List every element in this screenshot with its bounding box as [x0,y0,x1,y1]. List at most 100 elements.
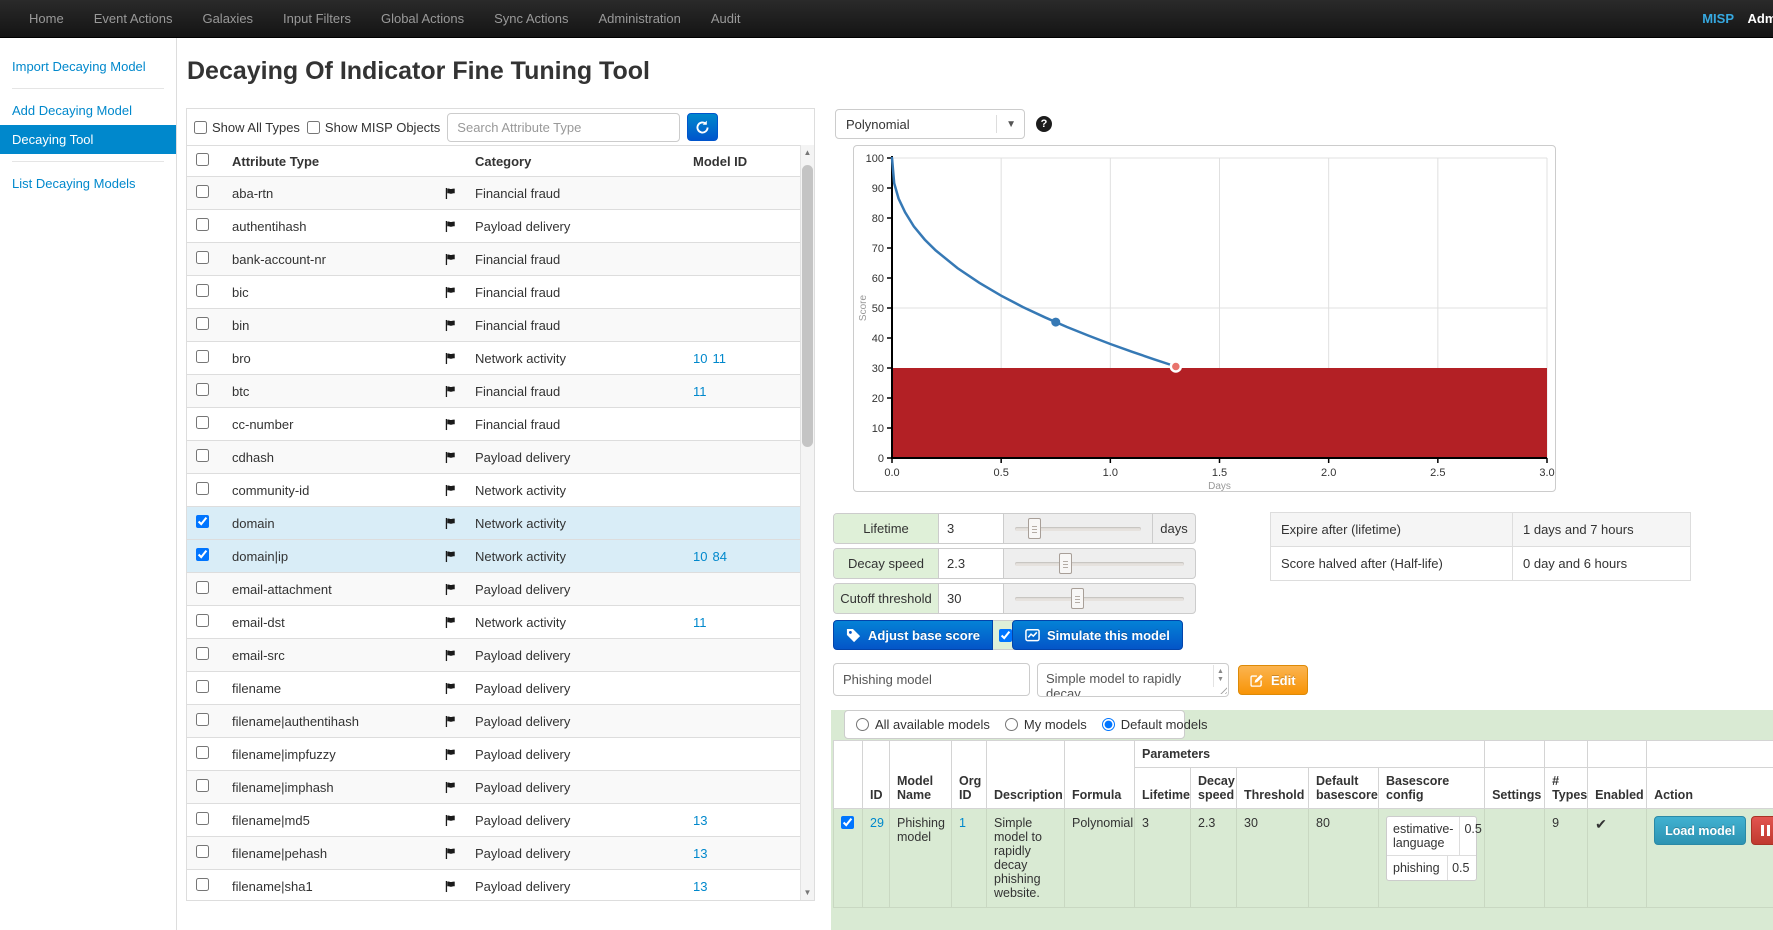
model-id-link[interactable]: 10 [693,351,707,366]
attribute-row[interactable]: filename|impfuzzy Payload delivery [187,738,800,771]
search-attribute-input[interactable] [447,113,680,142]
param-slider[interactable] [1015,584,1184,613]
show-misp-objects-checkbox[interactable] [307,121,320,134]
attribute-row[interactable]: email-src Payload delivery [187,639,800,672]
attribute-row[interactable]: bin Financial fraud [187,309,800,342]
select-all-checkbox[interactable] [196,153,209,166]
adjust-base-score-button[interactable]: Adjust base score [833,620,993,650]
nav-item-galaxies[interactable]: Galaxies [187,0,268,38]
slider-thumb[interactable] [1071,588,1084,609]
select-column-header[interactable] [187,146,223,177]
nav-item-administration[interactable]: Administration [584,0,696,38]
navbar-user-menu[interactable]: Admin [1748,0,1773,38]
model-id-link[interactable]: 10 [693,549,707,564]
scroll-up-icon[interactable]: ▲ [801,146,814,159]
attribute-row-checkbox[interactable] [196,449,209,462]
model-filter-my-models[interactable]: My models [1005,717,1087,732]
attribute-row-checkbox[interactable] [196,680,209,693]
org-id-link[interactable]: 1 [959,816,966,830]
adjust-base-score-checkbox[interactable] [999,629,1012,642]
attribute-row-checkbox[interactable] [196,317,209,330]
scroll-down-icon[interactable]: ▼ [801,886,814,899]
param-value-input[interactable] [939,514,1004,543]
model-id-link[interactable]: 13 [693,879,707,894]
attribute-row[interactable]: bic Financial fraud [187,276,800,309]
attribute-row-checkbox[interactable] [196,284,209,297]
attribute-row-checkbox[interactable] [196,713,209,726]
attribute-row-checkbox[interactable] [196,878,209,891]
show-all-types-checkbox[interactable] [194,121,207,134]
pause-model-button[interactable] [1751,816,1773,845]
nav-item-audit[interactable]: Audit [696,0,756,38]
decay-chart[interactable]: 01020304050607080901000.00.51.01.52.02.5… [853,145,1556,492]
attribute-row[interactable]: email-attachment Payload delivery [187,573,800,606]
simulate-model-button[interactable]: Simulate this model [1012,620,1183,650]
model-id-link[interactable]: 84 [712,549,726,564]
model-filter-radio[interactable] [1102,718,1115,731]
model-filter-all-available-models[interactable]: All available models [856,717,990,732]
param-value-input[interactable] [939,584,1004,613]
attribute-row-checkbox[interactable] [196,515,209,528]
nav-item-home[interactable]: Home [14,0,79,38]
edit-model-button[interactable]: Edit [1238,665,1308,695]
attribute-row-checkbox[interactable] [196,251,209,264]
nav-item-event-actions[interactable]: Event Actions [79,0,188,38]
scrollbar-thumb[interactable] [802,165,813,447]
model-id-link[interactable]: 13 [693,813,707,828]
attribute-row-checkbox[interactable] [196,416,209,429]
sidebar-item-add-decaying-model[interactable]: Add Decaying Model [0,96,176,125]
param-value-input[interactable] [939,549,1004,578]
model-filter-radio[interactable] [856,718,869,731]
attribute-row[interactable]: cc-number Financial fraud [187,408,800,441]
attribute-row-checkbox[interactable] [196,548,209,561]
attribute-row[interactable]: authentihash Payload delivery [187,210,800,243]
formula-select[interactable]: Polynomial ▼ [835,109,1025,139]
decay-chart-svg[interactable]: 01020304050607080901000.00.51.01.52.02.5… [854,146,1557,493]
attribute-row[interactable]: aba-rtn Financial fraud [187,177,800,210]
param-slider[interactable] [1015,514,1141,543]
table-scrollbar[interactable]: ▲ ▼ [800,145,814,900]
slider-thumb[interactable] [1059,553,1072,574]
attribute-row[interactable]: bro Network activity1011 [187,342,800,375]
attribute-row-checkbox[interactable] [196,350,209,363]
help-icon[interactable]: ? [1036,116,1052,132]
nav-item-input-filters[interactable]: Input Filters [268,0,366,38]
spinner-arrows-icon[interactable]: ▲▼ [1213,665,1227,687]
attribute-row[interactable]: community-id Network activity [187,474,800,507]
model-id-link[interactable]: 11 [712,351,726,366]
attribute-row[interactable]: filename|authentihash Payload delivery [187,705,800,738]
navbar-brand[interactable]: MISP [1702,0,1734,38]
param-slider[interactable] [1015,549,1184,578]
attribute-row[interactable]: domain|ip Network activity1084 [187,540,800,573]
attribute-row[interactable]: bank-account-nr Financial fraud [187,243,800,276]
attribute-row[interactable]: filename Payload delivery [187,672,800,705]
attribute-row-checkbox[interactable] [196,614,209,627]
attribute-row-checkbox[interactable] [196,812,209,825]
attribute-row-checkbox[interactable] [196,581,209,594]
model-row-checkbox[interactable] [841,816,854,829]
attribute-row-checkbox[interactable] [196,845,209,858]
attribute-row-checkbox[interactable] [196,482,209,495]
model-filter-default-models[interactable]: Default models [1102,717,1208,732]
nav-item-sync-actions[interactable]: Sync Actions [479,0,583,38]
slider-thumb[interactable] [1028,518,1041,539]
sidebar-item-decaying-tool[interactable]: Decaying Tool [0,125,176,154]
attribute-row-checkbox[interactable] [196,779,209,792]
attribute-row[interactable]: cdhash Payload delivery [187,441,800,474]
model-name-input[interactable] [833,663,1030,696]
attribute-row[interactable]: domain Network activity [187,507,800,540]
model-description-textarea[interactable]: Simple model to rapidly decay [1037,663,1229,697]
model-id-link[interactable]: 11 [693,384,707,399]
attribute-row[interactable]: filename|pehash Payload delivery13 [187,837,800,870]
attribute-row-checkbox[interactable] [196,383,209,396]
attribute-row-checkbox[interactable] [196,218,209,231]
attribute-row[interactable]: filename|md5 Payload delivery13 [187,804,800,837]
show-all-types-toggle[interactable]: Show All Types [194,120,300,135]
attribute-row[interactable]: filename|sha1 Payload delivery13 [187,870,800,903]
show-misp-objects-toggle[interactable]: Show MISP Objects [307,120,440,135]
attribute-row-checkbox[interactable] [196,647,209,660]
attribute-row[interactable]: filename|imphash Payload delivery [187,771,800,804]
load-model-button[interactable]: Load model [1654,816,1746,845]
attribute-row-checkbox[interactable] [196,746,209,759]
model-id-link[interactable]: 11 [693,615,707,630]
